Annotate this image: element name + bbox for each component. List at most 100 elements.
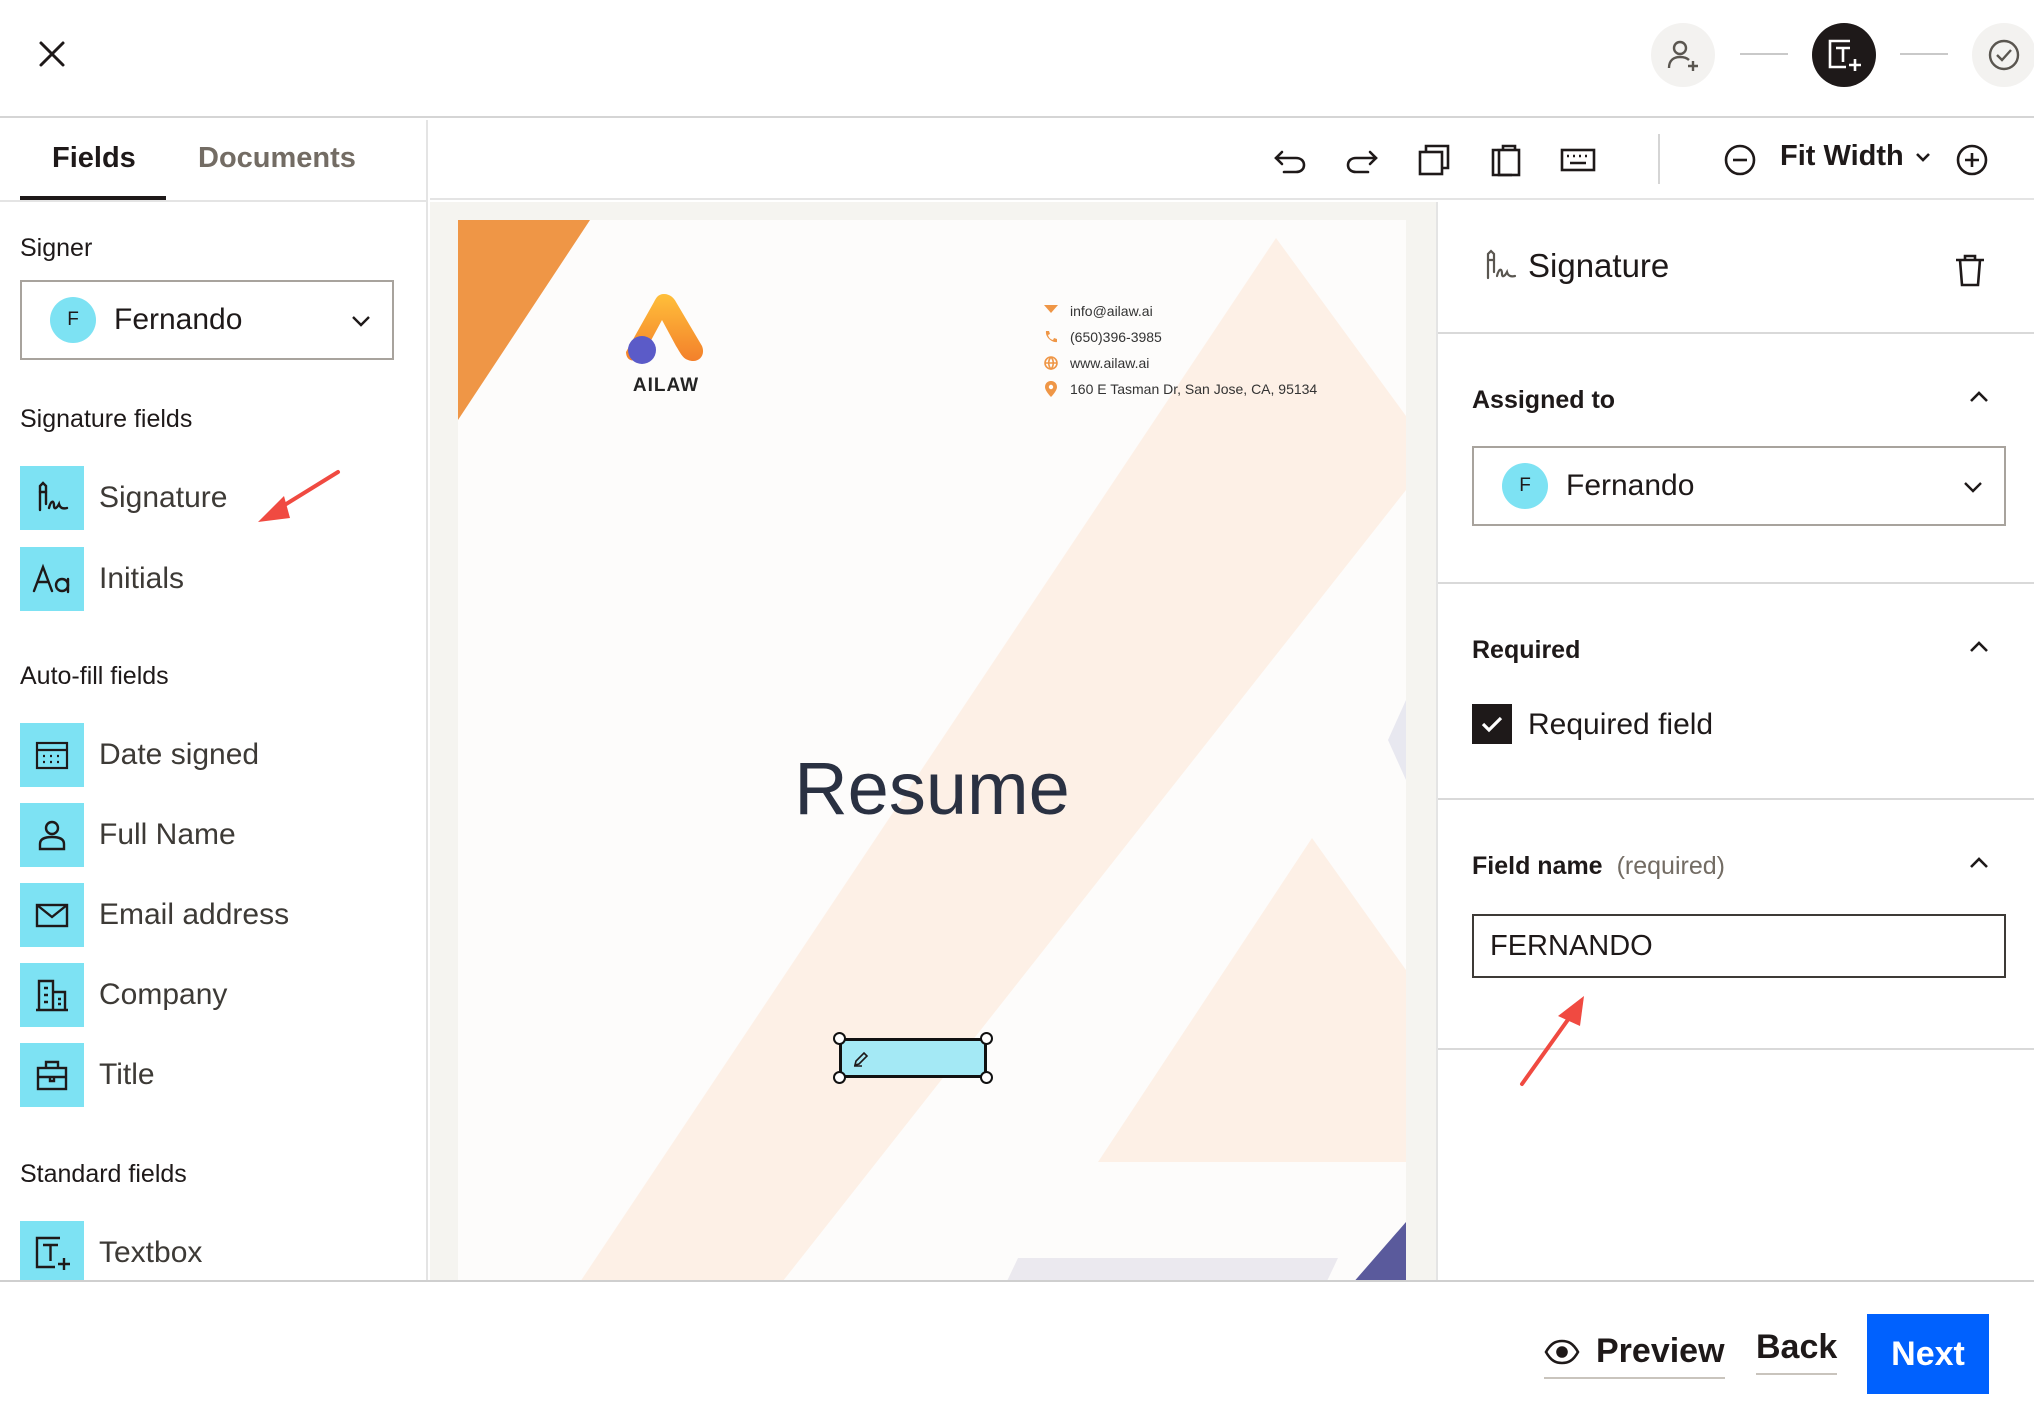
- divider: [1438, 798, 2034, 800]
- annotation-arrow: [258, 470, 340, 522]
- zoom-out-button[interactable]: [1718, 138, 1762, 182]
- field-name-hint: (required): [1616, 852, 1725, 880]
- required-checkbox-label[interactable]: Required field: [1528, 708, 1713, 742]
- tab-fields[interactable]: Fields: [52, 142, 136, 175]
- contact-website: www.ailaw.ai: [1044, 350, 1317, 376]
- panel-title-text: Signature: [1528, 247, 1670, 284]
- delete-field-button[interactable]: [1950, 250, 1990, 290]
- resize-handle[interactable]: [980, 1071, 993, 1084]
- email-address-field-item[interactable]: Email address: [20, 883, 289, 947]
- assignee-name: Fernando: [1566, 469, 1695, 502]
- company-field-item[interactable]: Company: [20, 963, 227, 1027]
- preview-button[interactable]: Preview: [1544, 1332, 1725, 1379]
- editor-toolbar: Fit Width: [430, 120, 2034, 200]
- paste-button[interactable]: [1484, 138, 1528, 182]
- resize-handle[interactable]: [833, 1032, 846, 1045]
- textbox-add-icon: [1828, 39, 1861, 71]
- minus-circle-icon: [1724, 144, 1756, 176]
- document-canvas[interactable]: AILAW info@ailaw.ai (650)396-3985 www.ai…: [430, 202, 1436, 1280]
- field-label: Date signed: [99, 738, 260, 771]
- chevron-up-icon: [1970, 857, 1988, 868]
- checkmark-icon: [1481, 716, 1503, 733]
- signer-label: Signer: [20, 234, 93, 262]
- collapse-field-name-button[interactable]: [1964, 848, 1994, 878]
- keyboard-button[interactable]: [1556, 138, 1600, 182]
- calendar-icon: [20, 723, 84, 787]
- assigned-to-heading: Assigned to: [1472, 386, 1616, 414]
- avatar: F: [50, 297, 96, 343]
- preview-label: Preview: [1596, 1332, 1725, 1370]
- check-circle-icon: [1988, 39, 2020, 71]
- required-checkbox[interactable]: [1472, 704, 1512, 744]
- contact-email-text: info@ailaw.ai: [1070, 303, 1153, 319]
- ailaw-logo-mark: [626, 294, 704, 364]
- building-icon: [20, 963, 84, 1027]
- location-pin-icon: [1044, 381, 1058, 397]
- undo-icon: [1274, 150, 1306, 174]
- placed-signature-field[interactable]: [833, 1032, 993, 1084]
- next-button[interactable]: Next: [1867, 1314, 1989, 1394]
- signature-field-item[interactable]: Signature: [20, 466, 227, 530]
- field-label: Email address: [99, 898, 290, 931]
- contact-email: info@ailaw.ai: [1044, 298, 1317, 324]
- initials-field-item[interactable]: Initials: [20, 547, 184, 611]
- copy-icon: [1418, 144, 1450, 176]
- contact-block: info@ailaw.ai (650)396-3985 www.ailaw.ai…: [1044, 298, 1317, 402]
- collapse-required-button[interactable]: [1964, 632, 1994, 662]
- contact-website-text: www.ailaw.ai: [1070, 355, 1150, 371]
- chevron-down-icon: [1915, 152, 1930, 162]
- field-name-input[interactable]: [1472, 914, 2006, 978]
- undo-button[interactable]: [1268, 138, 1312, 182]
- mail-icon: [20, 883, 84, 947]
- field-label: Company: [99, 978, 228, 1011]
- back-button[interactable]: Back: [1756, 1328, 1838, 1375]
- required-heading: Required: [1472, 636, 1581, 664]
- contact-address: 160 E Tasman Dr, San Jose, CA, 95134: [1044, 376, 1317, 402]
- textbox-icon: [20, 1221, 84, 1280]
- field-label: Title: [99, 1058, 155, 1091]
- add-signer-step[interactable]: [1651, 23, 1715, 87]
- resize-handle[interactable]: [980, 1032, 993, 1045]
- sidebar-tabs: Fields Documents: [0, 120, 426, 200]
- tab-documents[interactable]: Documents: [198, 142, 356, 175]
- date-signed-field-item[interactable]: Date signed: [20, 723, 259, 787]
- full-name-field-item[interactable]: Full Name: [20, 803, 236, 867]
- field-label: Full Name: [99, 818, 236, 851]
- field-name-label: Field name: [1472, 852, 1603, 880]
- field-properties-panel: Signature Assigned to F Fernando Require…: [1436, 202, 2034, 1280]
- redo-icon: [1346, 150, 1378, 174]
- textbox-field-item[interactable]: Textbox: [20, 1221, 202, 1280]
- divider: [1438, 332, 2034, 334]
- footer-bar: Preview Back Next: [0, 1280, 2034, 1412]
- logo-text: AILAW: [632, 375, 700, 396]
- autofill-fields-label: Auto-fill fields: [20, 662, 169, 690]
- redo-button[interactable]: [1340, 138, 1384, 182]
- ailaw-logo: AILAW: [624, 290, 708, 397]
- review-step[interactable]: [1972, 23, 2034, 87]
- add-fields-step[interactable]: [1812, 23, 1876, 87]
- chevron-up-icon: [1970, 391, 1988, 402]
- title-field-item[interactable]: Title: [20, 1043, 155, 1107]
- signer-select[interactable]: F Fernando: [20, 280, 394, 360]
- close-icon: [39, 41, 65, 67]
- zoom-in-button[interactable]: [1950, 138, 1994, 182]
- resize-handle[interactable]: [833, 1071, 846, 1084]
- document-page[interactable]: AILAW info@ailaw.ai (650)396-3985 www.ai…: [458, 220, 1406, 1280]
- panel-title: Signature: [1480, 246, 1669, 286]
- contact-address-text: 160 E Tasman Dr, San Jose, CA, 95134: [1070, 381, 1318, 397]
- initials-icon: [20, 547, 84, 611]
- step-connector: [1900, 53, 1948, 55]
- close-button[interactable]: [28, 30, 76, 78]
- collapse-assigned-button[interactable]: [1964, 382, 1994, 412]
- zoom-select[interactable]: Fit Width: [1780, 140, 1932, 173]
- person-icon: [20, 803, 84, 867]
- keyboard-icon: [1560, 148, 1596, 172]
- divider: [0, 200, 426, 202]
- signer-name: Fernando: [114, 303, 243, 336]
- assignee-select[interactable]: F Fernando: [1472, 446, 2006, 526]
- copy-button[interactable]: [1412, 138, 1456, 182]
- field-label: Signature: [99, 481, 228, 514]
- standard-fields-label: Standard fields: [20, 1160, 187, 1188]
- top-bar: [0, 0, 2034, 118]
- avatar: F: [1502, 463, 1548, 509]
